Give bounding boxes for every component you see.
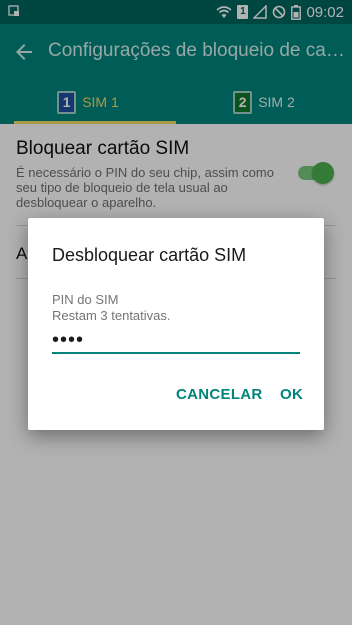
- dialog-title: Desbloquear cartão SIM: [52, 245, 247, 265]
- pin-input[interactable]: [52, 328, 300, 354]
- pin-field-label: PIN do SIM: [52, 292, 119, 307]
- unlock-sim-dialog: Desbloquear cartão SIM PIN do SIM Restam…: [28, 218, 324, 430]
- cancel-button[interactable]: CANCELAR: [176, 386, 263, 403]
- ok-button[interactable]: OK: [280, 386, 303, 403]
- attempts-remaining: Restam 3 tentativas.: [52, 308, 171, 323]
